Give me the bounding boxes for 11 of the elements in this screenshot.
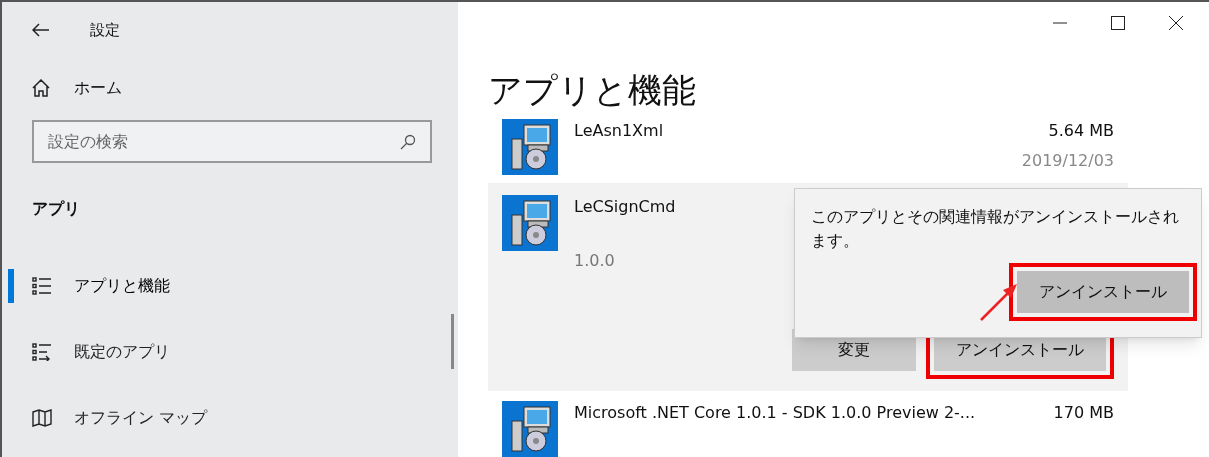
app-name: LeCSignCmd — [574, 196, 676, 218]
app-date: 2019/12/03 — [1021, 150, 1114, 172]
app-name: LeAsn1Xml — [574, 120, 664, 142]
app-version: 1.0.0 — [574, 250, 616, 272]
section-heading: アプリ — [32, 198, 81, 220]
app-name: Microsoft .NET Core 1.0.1 - SDK 1.0.0 Preview 2-... — [574, 402, 976, 424]
window-title: 設定 — [90, 19, 120, 41]
page-title: アプリと機能 — [488, 69, 697, 112]
app-size: 170 MB — [1053, 402, 1114, 424]
app-size: 5.64 MB — [1048, 120, 1114, 142]
popup-message: このアプリとその関連情報がアンインストールされます。 — [811, 206, 1180, 252]
